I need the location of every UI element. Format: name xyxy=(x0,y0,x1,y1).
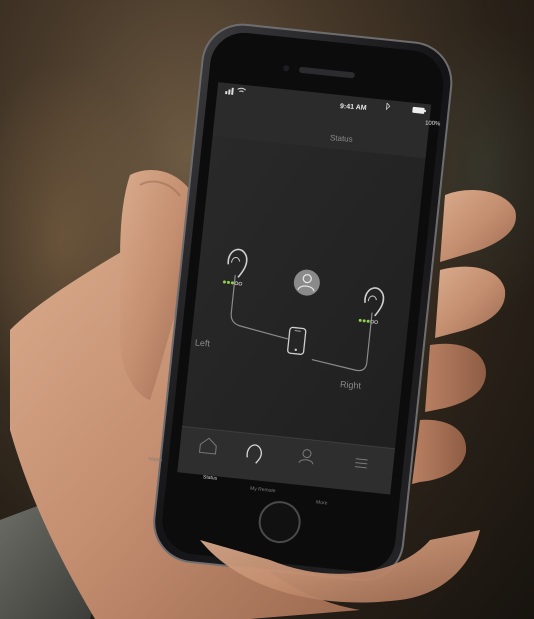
signal-icon xyxy=(225,87,234,95)
right-label: Right xyxy=(339,379,362,391)
home-icon xyxy=(198,437,217,455)
battery-icon xyxy=(412,106,427,114)
signal-dot xyxy=(358,318,362,322)
avatar xyxy=(293,269,320,296)
signal-dot xyxy=(238,281,243,286)
signal-dot xyxy=(362,319,366,323)
left-hearing-aid-icon xyxy=(227,248,248,278)
app-screen xyxy=(198,87,427,469)
left-label: Left xyxy=(194,337,211,349)
wifi-icon xyxy=(237,87,246,93)
right-hearing-aid-icon xyxy=(364,287,385,317)
right-signal-dots xyxy=(358,318,378,324)
photo-scene: 9:41 AM 100% Status Left Right Home Stat… xyxy=(0,0,534,619)
connection-line-right xyxy=(311,312,373,372)
signal-dot xyxy=(374,320,378,324)
person-icon xyxy=(298,449,314,465)
status-battery: 100% xyxy=(424,120,441,128)
signal-dot xyxy=(370,319,374,324)
tab-home-label[interactable]: Home xyxy=(149,456,163,463)
menu-icon xyxy=(354,458,368,469)
bluetooth-icon xyxy=(385,102,391,111)
hearing-aid-icon xyxy=(246,444,263,464)
signal-dot xyxy=(234,281,239,286)
nav-title: Status xyxy=(329,133,353,144)
signal-dot xyxy=(230,281,234,285)
signal-dot xyxy=(222,280,226,284)
phone-device-icon xyxy=(287,326,307,355)
signal-dot xyxy=(226,280,230,284)
tab-more-label[interactable]: More xyxy=(316,499,328,506)
signal-dot xyxy=(366,319,370,323)
left-signal-dots xyxy=(222,280,243,286)
